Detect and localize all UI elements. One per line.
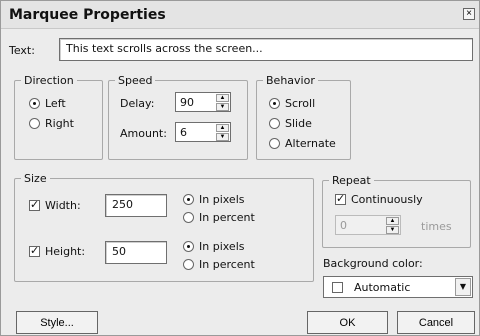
radio-icon [269,138,280,149]
amount-value: 6 [180,126,187,139]
spin-up-icon[interactable]: ▲ [216,94,229,102]
title-bar: Marquee Properties × [1,1,479,29]
text-label: Text: [9,44,35,57]
behavior-slide-label: Slide [285,117,312,130]
continuously-checkbox[interactable]: Continuously [335,192,423,206]
direction-legend: Direction [24,74,74,87]
background-color-label: Background color: [323,257,423,270]
color-swatch-icon [332,282,343,293]
radio-selected-icon [269,98,280,109]
dialog-title: Marquee Properties [9,7,166,23]
dropdown-arrow-icon[interactable]: ▼ [455,278,471,296]
spin-down-icon[interactable]: ▼ [216,103,229,111]
behavior-scroll-label: Scroll [285,97,316,110]
checkbox-checked-icon [29,198,40,212]
height-input[interactable]: 50 [105,241,167,264]
radio-icon [183,259,194,270]
radio-selected-icon [183,194,194,205]
background-color-value: Automatic [354,281,411,294]
size-group: Size [14,172,314,282]
direction-right-radio[interactable]: Right [29,117,74,130]
radio-icon [29,118,40,129]
radio-icon [269,118,280,129]
width-in-percent-radio[interactable]: In percent [183,211,255,224]
direction-right-label: Right [45,117,74,130]
amount-label: Amount: [120,127,167,140]
amount-spinner[interactable]: 6 ▲ ▼ [175,122,231,142]
height-label: Height: [45,245,86,258]
radio-icon [183,212,194,223]
spin-up-icon[interactable]: ▲ [386,217,399,225]
width-in-pixels-radio[interactable]: In pixels [183,193,244,206]
times-label: times [421,220,452,233]
spin-down-icon[interactable]: ▼ [386,226,399,234]
direction-left-radio[interactable]: Left [29,97,66,110]
height-in-pixels-label: In pixels [199,240,245,253]
times-spinner[interactable]: 0 ▲ ▼ [335,215,401,235]
checkbox-checked-icon [335,192,346,206]
width-label: Width: [45,199,81,212]
height-checkbox[interactable]: Height: [29,244,86,258]
width-checkbox[interactable]: Width: [29,198,81,212]
continuously-label: Continuously [351,193,423,206]
behavior-scroll-radio[interactable]: Scroll [269,97,315,110]
width-in-percent-label: In percent [199,211,255,224]
behavior-alternate-radio[interactable]: Alternate [269,137,336,150]
style-button[interactable]: Style... [16,311,98,334]
delay-value: 90 [180,96,194,109]
behavior-slide-radio[interactable]: Slide [269,117,312,130]
cancel-button[interactable]: Cancel [397,311,475,334]
behavior-alternate-label: Alternate [285,137,336,150]
radio-selected-icon [29,98,40,109]
delay-label: Delay: [120,97,155,110]
height-in-pixels-radio[interactable]: In pixels [183,240,244,253]
speed-legend: Speed [118,74,153,87]
close-icon[interactable]: × [463,8,475,20]
ok-button[interactable]: OK [307,311,388,334]
behavior-legend: Behavior [266,74,315,87]
size-legend: Size [24,172,47,185]
checkbox-checked-icon [29,244,40,258]
radio-selected-icon [183,241,194,252]
repeat-legend: Repeat [332,174,371,187]
speed-group: Speed [108,74,248,160]
width-input[interactable]: 250 [105,194,167,217]
times-value: 0 [340,219,347,232]
marquee-properties-dialog: Marquee Properties × Text: This text scr… [0,0,480,336]
height-in-percent-radio[interactable]: In percent [183,258,255,271]
spin-up-icon[interactable]: ▲ [216,124,229,132]
width-in-pixels-label: In pixels [199,193,245,206]
direction-left-label: Left [45,97,66,110]
background-color-select[interactable]: Automatic ▼ [323,276,473,298]
spin-down-icon[interactable]: ▼ [216,133,229,141]
height-in-percent-label: In percent [199,258,255,271]
delay-spinner[interactable]: 90 ▲ ▼ [175,92,231,112]
text-input[interactable]: This text scrolls across the screen... [59,38,473,61]
repeat-group: Repeat [322,174,471,248]
